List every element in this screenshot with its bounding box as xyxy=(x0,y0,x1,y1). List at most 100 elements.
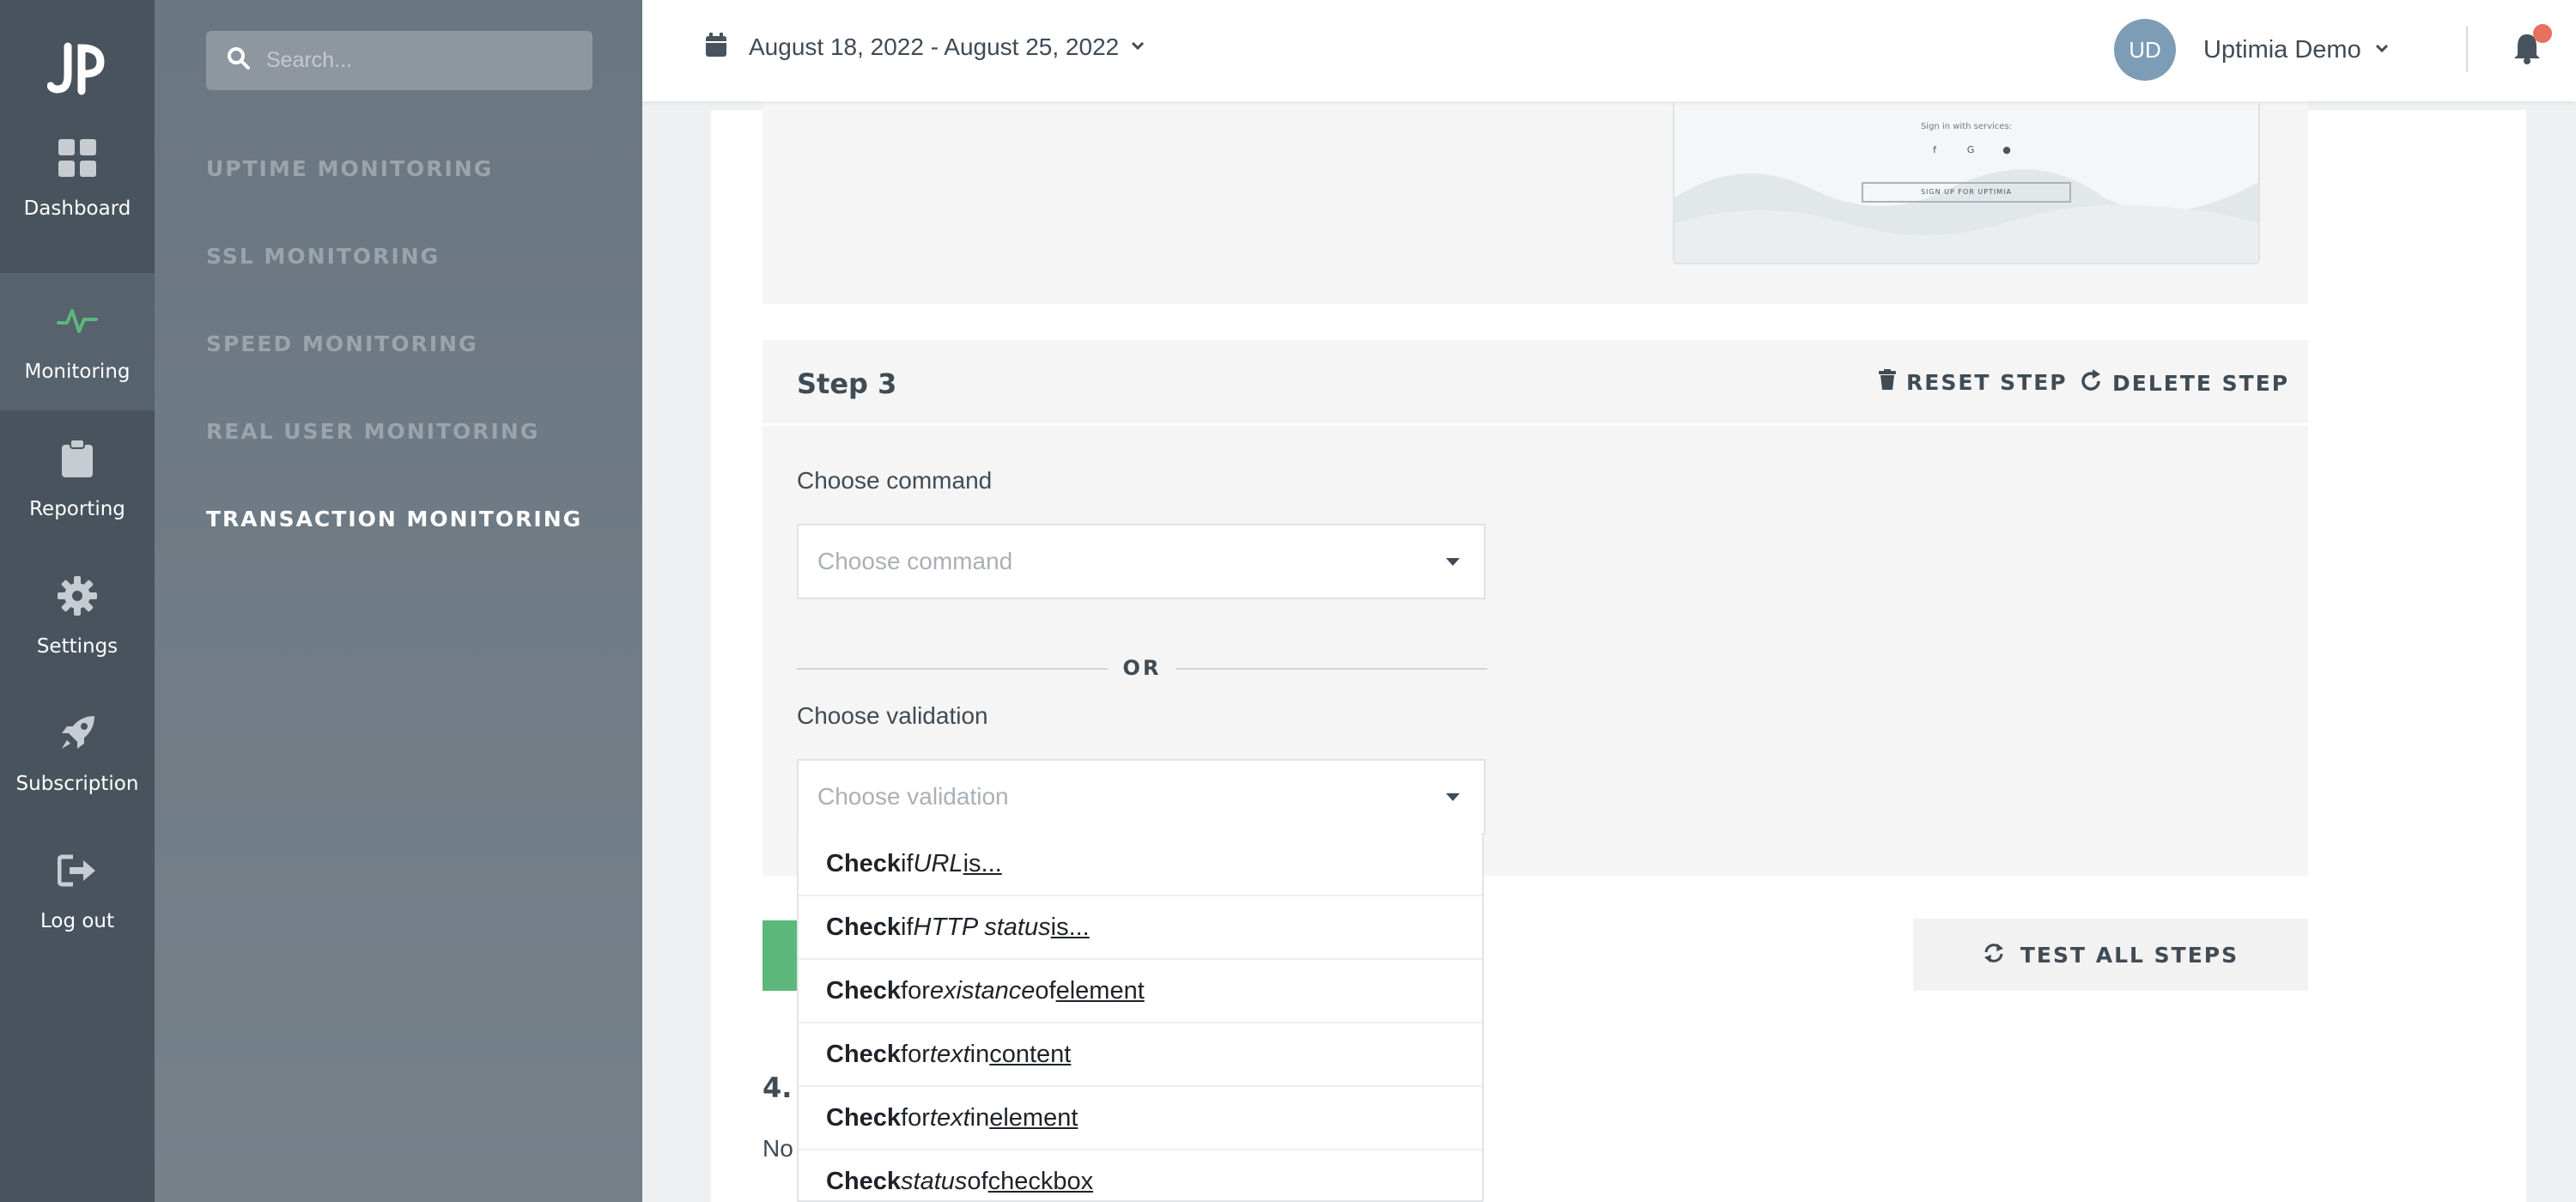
notifications-button[interactable] xyxy=(2512,24,2552,69)
rocket-icon xyxy=(57,713,98,754)
divider-line xyxy=(797,668,1108,670)
validation-select-placeholder: Choose validation xyxy=(817,783,1009,810)
option-target: is... xyxy=(1050,913,1090,941)
validation-dropdown-menu: Check if URL is... Check if HTTP status … xyxy=(797,833,1484,1202)
option-verb: Check xyxy=(826,849,902,877)
option-subject: status xyxy=(901,1167,968,1195)
validation-option[interactable]: Check for text in element xyxy=(799,1087,1482,1150)
top-bar: August 18, 2022 - August 25, 2022 UD Upt… xyxy=(642,0,2576,101)
validation-option[interactable]: Check if URL is... xyxy=(799,833,1482,896)
clipboard-icon xyxy=(57,438,98,479)
rail-item-subscription[interactable]: Subscription xyxy=(0,685,155,823)
command-label: Choose command xyxy=(797,467,993,494)
test-all-steps-label: TEST ALL STEPS xyxy=(2020,942,2239,968)
chevron-down-icon xyxy=(2375,42,2389,58)
subnav-item-real-user-monitoring[interactable]: REAL USER MONITORING xyxy=(206,419,539,444)
notification-badge xyxy=(2533,24,2552,43)
validation-option[interactable]: Check for text in content xyxy=(799,1023,1482,1087)
rail-item-label: Reporting xyxy=(29,498,125,520)
rail-item-label: Subscription xyxy=(15,773,139,795)
option-word: in xyxy=(969,1040,990,1068)
subnav-item-ssl-monitoring[interactable]: SSL MONITORING xyxy=(206,244,440,269)
rail-item-monitoring[interactable]: Monitoring xyxy=(0,273,155,410)
monitoring-subnav: UPTIME MONITORING SSL MONITORING SPEED M… xyxy=(155,0,642,1202)
avatar: UD xyxy=(2114,19,2176,81)
option-verb: Check xyxy=(826,1167,902,1195)
rail-item-label: Log out xyxy=(39,910,115,932)
user-menu[interactable]: UD Uptimia Demo xyxy=(2114,19,2389,81)
gear-icon xyxy=(57,575,98,616)
google-icon: G xyxy=(1966,144,1975,155)
bell-icon xyxy=(2512,34,2542,69)
uptimia-logo[interactable] xyxy=(0,26,155,112)
validation-option[interactable]: Check status of checkbox xyxy=(799,1150,1482,1200)
or-divider: OR xyxy=(797,651,1487,685)
delete-step-label: DELETE STEP xyxy=(2112,370,2290,396)
test-all-steps-button[interactable]: TEST ALL STEPS xyxy=(1913,919,2308,991)
option-word: of xyxy=(1035,976,1056,1005)
step-4-text: No xyxy=(762,1135,793,1162)
subnav-item-speed-monitoring[interactable]: SPEED MONITORING xyxy=(206,331,478,356)
divider-line xyxy=(1176,668,1487,670)
option-subject: HTTP status xyxy=(913,913,1051,941)
option-target: element xyxy=(989,1103,1078,1132)
option-subject: text xyxy=(929,1103,970,1132)
refresh-icon xyxy=(1983,942,2005,968)
option-word: for xyxy=(901,1040,930,1068)
trash-icon xyxy=(1879,369,1896,395)
rail-item-reporting[interactable]: Reporting xyxy=(0,410,155,548)
option-subject: URL xyxy=(913,849,963,877)
validation-option[interactable]: Check for existance of element xyxy=(799,960,1482,1023)
reset-step-button[interactable]: RESET STEP xyxy=(1879,369,2068,395)
date-range-picker[interactable]: August 18, 2022 - August 25, 2022 xyxy=(706,33,1145,61)
pulse-icon xyxy=(57,300,98,342)
subnav-item-transaction-monitoring[interactable]: TRANSACTION MONITORING xyxy=(206,507,582,531)
rail-item-label: Settings xyxy=(36,635,118,658)
rail-item-settings[interactable]: Settings xyxy=(0,548,155,685)
caret-down-icon xyxy=(1446,558,1460,566)
option-word: for xyxy=(901,976,930,1005)
rail-item-logout[interactable]: Log out xyxy=(0,823,155,960)
or-label: OR xyxy=(1122,656,1162,680)
step-3-card: Step 3 RESET STEP DELETE STEP Choose com… xyxy=(762,340,2308,876)
option-target: is... xyxy=(963,849,1002,877)
facebook-icon: f xyxy=(1933,144,1936,155)
validation-select[interactable]: Choose validation xyxy=(797,759,1485,835)
step-3-title: Step 3 xyxy=(797,367,897,400)
option-word: if xyxy=(901,849,914,877)
icon-rail: Dashboard Monitoring Reporting Settings … xyxy=(0,0,155,1202)
option-target: content xyxy=(989,1040,1072,1068)
thumbnail-signin-text: Sign in with services: xyxy=(1920,122,2013,131)
option-verb: Check xyxy=(826,1040,902,1068)
search-icon xyxy=(227,46,251,75)
validation-option[interactable]: Check if HTTP status is... xyxy=(799,896,1482,960)
chevron-down-icon xyxy=(1131,39,1145,55)
command-select[interactable]: Choose command xyxy=(797,524,1485,599)
date-range-text: August 18, 2022 - August 25, 2022 xyxy=(749,33,1120,60)
user-name: Uptimia Demo xyxy=(2203,35,2361,64)
screenshot-thumbnail[interactable]: Sign in with services: f G ● SIGN UP FOR… xyxy=(1673,103,2260,264)
command-select-placeholder: Choose command xyxy=(817,548,1013,574)
thumbnail-social-icons: f G ● xyxy=(1927,143,2014,158)
reset-step-label: RESET STEP xyxy=(1906,369,2068,395)
redo-icon xyxy=(2081,369,2102,397)
caret-down-icon xyxy=(1446,793,1460,801)
option-word: for xyxy=(901,1103,930,1132)
search-box[interactable] xyxy=(206,31,592,90)
rail-item-label: Monitoring xyxy=(24,361,131,383)
add-step-button[interactable] xyxy=(762,920,800,991)
rail-item-label: Dashboard xyxy=(23,197,131,220)
option-target: element xyxy=(1055,976,1145,1005)
logout-icon xyxy=(57,850,98,891)
option-word: in xyxy=(969,1103,990,1132)
delete-step-button[interactable]: DELETE STEP xyxy=(2081,369,2289,397)
option-word: if xyxy=(901,913,914,941)
github-icon: ● xyxy=(2002,144,2011,155)
rail-item-dashboard[interactable]: Dashboard xyxy=(0,110,155,247)
subnav-item-uptime-monitoring[interactable]: UPTIME MONITORING xyxy=(206,156,493,181)
option-subject: existance xyxy=(929,976,1036,1005)
option-target: checkbox xyxy=(987,1167,1094,1195)
step-4-number: 4. xyxy=(762,1071,793,1104)
search-input[interactable] xyxy=(266,48,575,73)
option-verb: Check xyxy=(826,913,902,941)
